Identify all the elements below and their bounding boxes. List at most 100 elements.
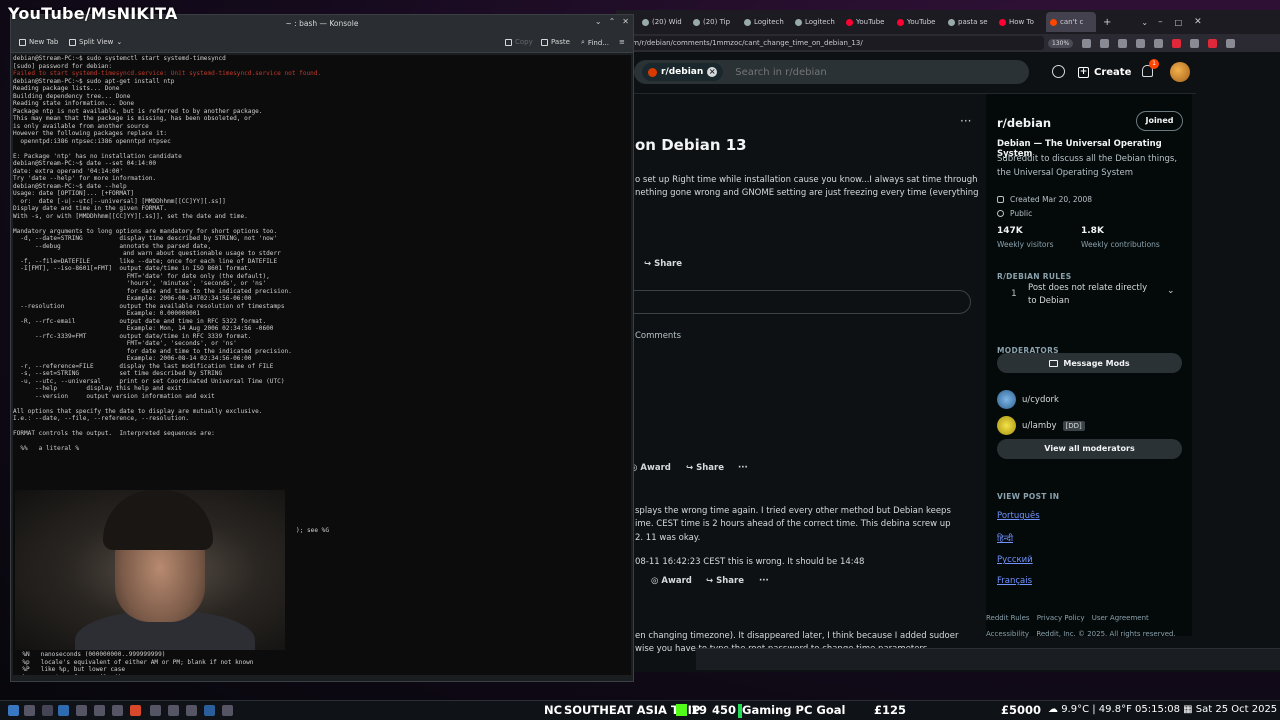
subreddit-sidebar: r/debian Joined Debian — The Universal O… (986, 94, 1192, 636)
clock-date[interactable]: Sat 25 Oct 2025 (1196, 704, 1277, 715)
addon-icon[interactable] (1208, 38, 1218, 48)
cake-icon (997, 196, 1004, 203)
share-icon: ↪ (686, 463, 694, 473)
firefox-icon[interactable] (130, 705, 141, 716)
chat-icon[interactable] (1052, 65, 1065, 78)
new-tab-plus-icon[interactable]: + (1103, 17, 1111, 28)
language-link[interactable]: Français (997, 576, 1032, 586)
share-icon: ↪ (644, 259, 652, 269)
paste-button[interactable]: Paste (541, 38, 570, 46)
message-mods-button[interactable]: Message Mods (997, 353, 1182, 373)
new-tab-icon (19, 38, 26, 46)
menu-icon[interactable] (1226, 38, 1236, 48)
close-icon[interactable]: ✕ (1194, 17, 1202, 27)
chevron-down-icon[interactable]: ⌄ (595, 17, 602, 26)
clock-time[interactable]: 05:15:08 (1135, 704, 1180, 715)
award-button[interactable]: ◎Award (630, 463, 671, 473)
create-button[interactable]: + Create (1078, 62, 1131, 82)
pocket-icon[interactable] (1100, 38, 1110, 48)
clear-chip-icon[interactable]: × (707, 67, 718, 77)
subreddit-search-chip[interactable]: r/debian × (642, 63, 724, 81)
more-options-icon[interactable]: ··· (738, 463, 748, 473)
award-button[interactable]: ◎Award (651, 576, 692, 586)
footer-link[interactable]: User Agreement (1092, 614, 1149, 622)
rule-text[interactable]: Post does not relate directly to Debian (1028, 282, 1158, 308)
post-options-icon[interactable]: ··· (960, 114, 971, 128)
share-icon: ↪ (706, 576, 714, 586)
search-input[interactable] (735, 66, 936, 78)
hamburger-menu-icon[interactable]: ≡ (619, 38, 625, 46)
comment-text-line: 08-11 16:42:23 CEST this is wrong. It sh… (635, 557, 865, 567)
tab-favicon-icon (693, 18, 700, 26)
share-button[interactable]: ↪ Share (706, 576, 744, 586)
footer-link[interactable]: Privacy Policy (1037, 614, 1085, 622)
user-flair: [DD] (1062, 420, 1085, 431)
terminal-text: debian@Stream-PC:~$ sudo systemctl start… (13, 55, 226, 70)
taskbar-app-icon[interactable] (150, 705, 161, 716)
avatar[interactable] (1170, 62, 1190, 82)
browser-tab[interactable]: YouTube (842, 12, 892, 32)
konsole-icon[interactable] (204, 705, 215, 716)
browser-tab[interactable]: pasta se (944, 12, 994, 32)
notification-badge: 1 (1149, 59, 1159, 69)
avatar (997, 416, 1016, 435)
browser-tab[interactable]: YouTube (893, 12, 943, 32)
taskbar-app-icon[interactable] (76, 705, 87, 716)
moderator-item[interactable]: u/cydork (997, 390, 1059, 409)
taskbar-app-icon[interactable] (222, 705, 233, 716)
language-link[interactable]: Русский (997, 555, 1033, 565)
app-launcher-icon[interactable] (8, 705, 19, 716)
download-icon[interactable] (1154, 38, 1164, 48)
new-tab-button[interactable]: New Tab (19, 38, 58, 46)
browser-tab[interactable]: Logitech (791, 12, 841, 32)
ublock-icon[interactable] (1172, 38, 1182, 48)
zoom-level[interactable]: 130% (1048, 38, 1074, 48)
minimize-icon[interactable]: ⌃ (609, 17, 616, 26)
terminal-output[interactable]: debian@Stream-PC:~$ sudo systemctl start… (13, 55, 631, 675)
chevron-down-icon[interactable]: ⌄ (1167, 286, 1175, 296)
comment-input[interactable] (616, 290, 971, 314)
taskbar-app-icon[interactable] (186, 705, 197, 716)
account-icon[interactable] (1190, 38, 1200, 48)
copy-button[interactable]: Copy (505, 38, 533, 46)
terminal-text: %N nanoseconds (000000000..999999999) %p… (22, 651, 254, 675)
terminal-text: ); see %G (296, 527, 330, 534)
tab-list-chevron-icon[interactable]: ⌄ (1141, 18, 1148, 27)
taskbar-app-icon[interactable] (112, 705, 123, 716)
desktop-icon[interactable] (24, 705, 35, 716)
share-button[interactable]: ↪ Share (686, 463, 724, 473)
moderator-item[interactable]: u/lamby [DD] (997, 416, 1085, 435)
taskbar-app-icon[interactable] (94, 705, 105, 716)
tab-favicon-icon (744, 18, 751, 26)
taskbar-app-icon[interactable] (42, 705, 53, 716)
shield-icon[interactable] (1118, 38, 1128, 48)
footer-link[interactable]: Accessibility (986, 630, 1029, 638)
background-panel (696, 648, 1280, 670)
plus-icon: + (1078, 66, 1089, 78)
minimize-icon[interactable]: – (1158, 17, 1163, 27)
browser-tab[interactable]: Logitech (740, 12, 790, 32)
close-icon[interactable]: ✕ (622, 17, 629, 26)
browser-tab[interactable]: (20) Tip (689, 12, 739, 32)
url-bar[interactable]: om/r/debian/comments/1mmzoc/cant_change_… (624, 36, 1044, 50)
taskbar-app-icon[interactable] (168, 705, 179, 716)
maximize-icon[interactable]: □ (1175, 18, 1183, 27)
language-link[interactable]: Português (997, 511, 1040, 521)
browser-tab[interactable]: (20) Wid (638, 12, 688, 32)
language-link[interactable]: हिन्दी (997, 533, 1013, 544)
file-manager-icon[interactable] (58, 705, 69, 716)
browser-tab[interactable]: How To (995, 12, 1045, 32)
more-options-icon[interactable]: ··· (759, 576, 769, 586)
footer-link[interactable]: Reddit Rules (986, 614, 1030, 622)
view-all-moderators-button[interactable]: View all moderators (997, 439, 1182, 459)
bookmark-star-icon[interactable] (1082, 38, 1092, 48)
share-button[interactable]: ↪ Share (644, 259, 682, 269)
extension-icon[interactable] (1136, 38, 1146, 48)
goal-amount: £125 (874, 703, 907, 717)
joined-button[interactable]: Joined (1136, 111, 1183, 131)
browser-tab-active[interactable]: can't c (1046, 12, 1096, 32)
split-view-button[interactable]: Split View ⌄ (69, 38, 122, 46)
search-bar[interactable]: r/debian × (634, 60, 1029, 84)
person-hair (103, 490, 213, 550)
find-button[interactable]: ⌕ Find... (581, 38, 609, 47)
